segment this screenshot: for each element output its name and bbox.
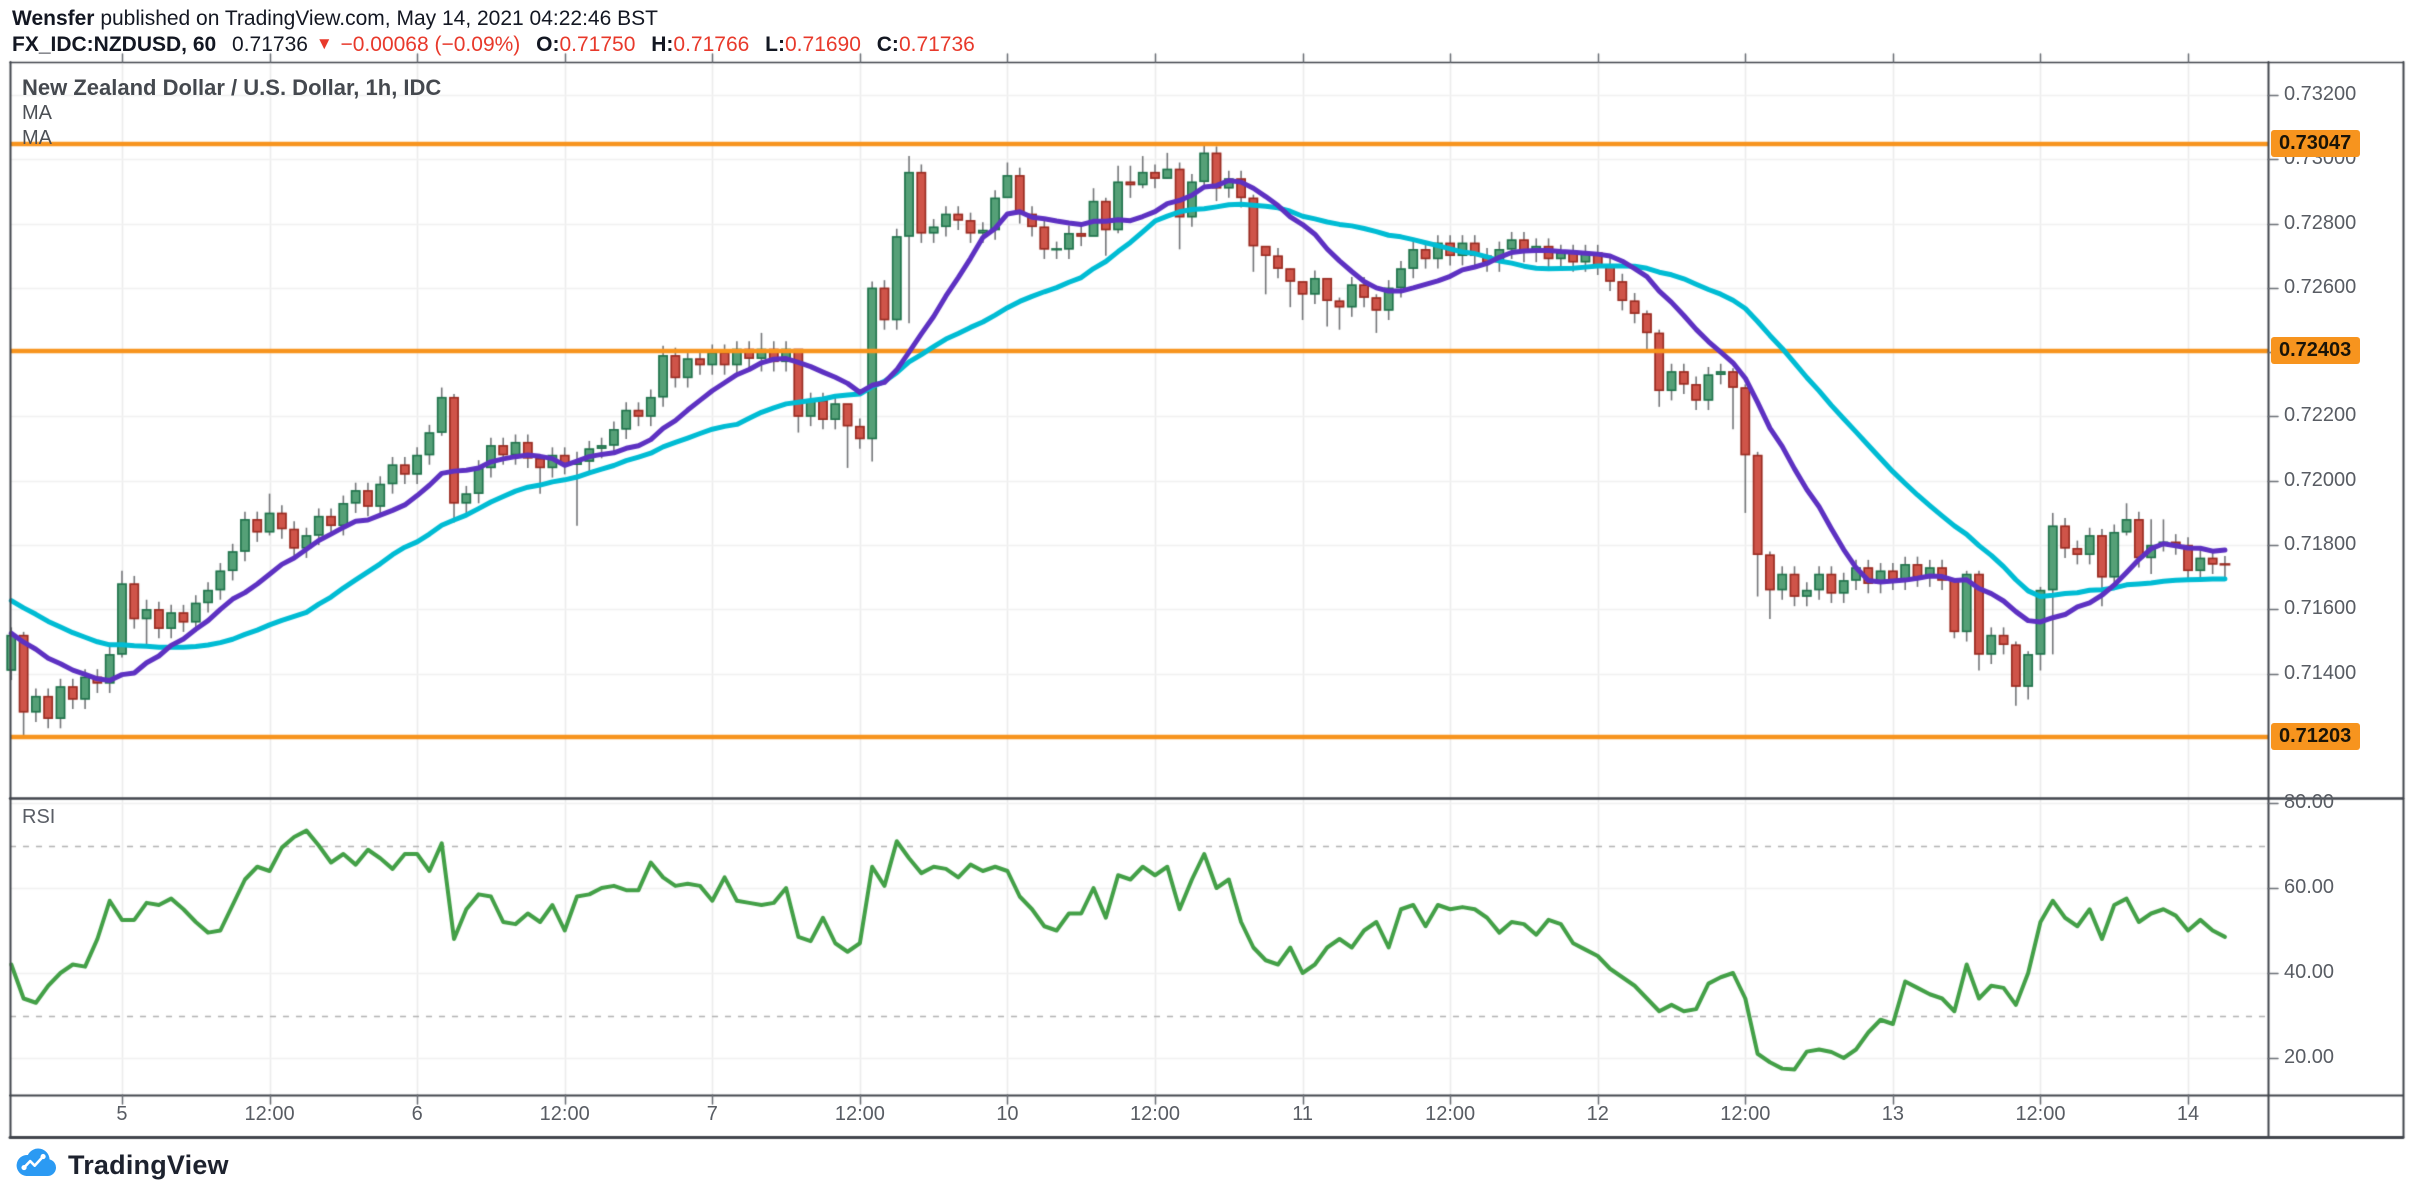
price-axis-label: 0.71600 bbox=[2284, 597, 2394, 620]
price-change: −0.00068 (−0.09%) bbox=[340, 33, 520, 56]
time-axis-label: 12:00 bbox=[1130, 1103, 1180, 1126]
time-axis-label: 6 bbox=[412, 1103, 423, 1126]
time-axis-label: 12:00 bbox=[540, 1103, 590, 1126]
price-axis-label: 0.72600 bbox=[2284, 276, 2394, 299]
time-axis-label: 12:00 bbox=[245, 1103, 295, 1126]
rsi-axis-label: 60.00 bbox=[2284, 876, 2394, 899]
time-axis-label: 5 bbox=[116, 1103, 127, 1126]
rsi-axis-label: 20.00 bbox=[2284, 1046, 2394, 1069]
ma1-legend-label: MA bbox=[22, 101, 441, 126]
low-label: L: bbox=[765, 33, 785, 56]
symbol-interval: FX_IDC:NZDUSD, 60 bbox=[12, 33, 216, 56]
high-label: H: bbox=[651, 33, 673, 56]
chart-legend: New Zealand Dollar / U.S. Dollar, 1h, ID… bbox=[22, 74, 441, 151]
author-name: Wensfer bbox=[12, 7, 94, 30]
price-axis-label: 0.71800 bbox=[2284, 533, 2394, 556]
publish-info: published on TradingView.com, May 14, 20… bbox=[94, 7, 657, 30]
price-axis-label: 0.72200 bbox=[2284, 404, 2394, 427]
last-price: 0.71736 bbox=[232, 33, 308, 56]
chart-title: New Zealand Dollar / U.S. Dollar, 1h, ID… bbox=[22, 74, 441, 101]
open-label: O: bbox=[536, 33, 559, 56]
price-axis-label: 0.73200 bbox=[2284, 83, 2394, 106]
close-label: C: bbox=[877, 33, 899, 56]
rsi-axis-label: 80.00 bbox=[2284, 791, 2394, 814]
low-value: 0.71690 bbox=[785, 33, 861, 56]
high-value: 0.71766 bbox=[673, 33, 749, 56]
symbol-header: FX_IDC:NZDUSD, 60 0.71736 ▼ −0.00068 (−0… bbox=[12, 32, 975, 59]
rsi-axis-label: 40.00 bbox=[2284, 961, 2394, 984]
tradingview-logo[interactable]: TradingView bbox=[14, 1147, 229, 1184]
tradingview-logo-text: TradingView bbox=[68, 1150, 229, 1181]
down-arrow-icon: ▼ bbox=[316, 34, 333, 53]
price-axis-label: 0.71400 bbox=[2284, 662, 2394, 685]
close-value: 0.71736 bbox=[899, 33, 975, 56]
time-axis-label: 12:00 bbox=[1720, 1103, 1770, 1126]
publish-header: Wensfer published on TradingView.com, Ma… bbox=[12, 6, 658, 32]
price-axis-label: 0.72000 bbox=[2284, 469, 2394, 492]
time-axis-label: 14 bbox=[2177, 1103, 2199, 1126]
price-chart-canvas[interactable] bbox=[0, 0, 2415, 1199]
price-level-badge: 0.72403 bbox=[2271, 337, 2360, 364]
time-axis-label: 12:00 bbox=[835, 1103, 885, 1126]
time-axis-label: 7 bbox=[707, 1103, 718, 1126]
time-axis-label: 12 bbox=[1587, 1103, 1609, 1126]
chart-page: Wensfer published on TradingView.com, Ma… bbox=[0, 0, 2415, 1199]
price-axis-label: 0.72800 bbox=[2284, 212, 2394, 235]
rsi-legend-label: RSI bbox=[22, 806, 55, 829]
ma2-legend-label: MA bbox=[22, 126, 441, 151]
time-axis-label: 10 bbox=[996, 1103, 1018, 1126]
time-axis-label: 13 bbox=[1882, 1103, 1904, 1126]
time-axis-label: 11 bbox=[1292, 1103, 1313, 1126]
time-axis-label: 12:00 bbox=[2015, 1103, 2065, 1126]
price-level-badge: 0.71203 bbox=[2271, 723, 2360, 750]
time-axis-label: 12:00 bbox=[1425, 1103, 1475, 1126]
open-value: 0.71750 bbox=[559, 33, 635, 56]
tradingview-cloud-icon bbox=[14, 1147, 60, 1184]
price-level-badge: 0.73047 bbox=[2271, 130, 2360, 157]
